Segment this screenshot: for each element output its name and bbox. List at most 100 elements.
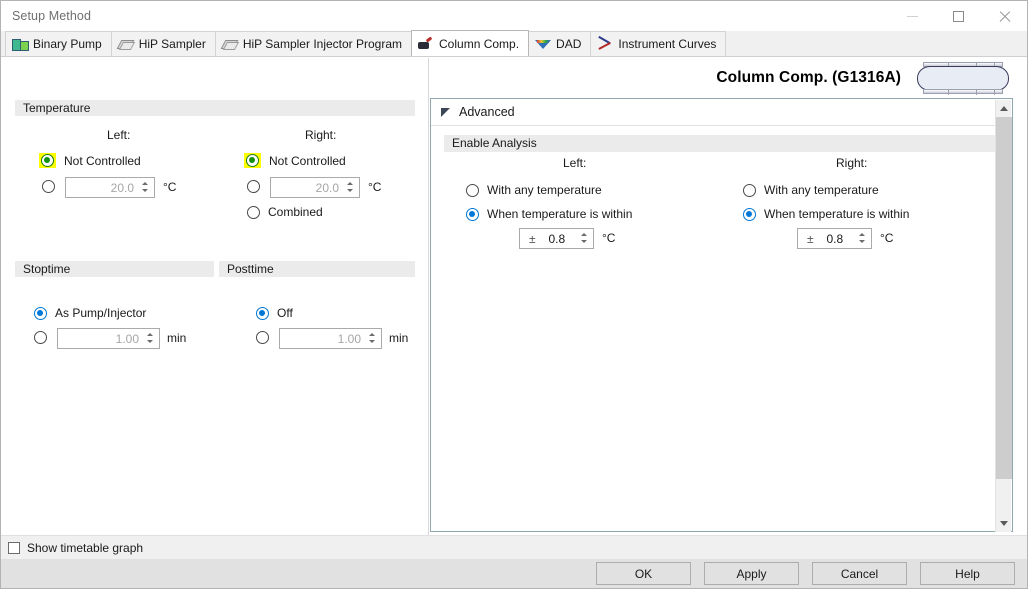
- device-body: [917, 65, 1009, 91]
- advanced-left-within-radio[interactable]: [466, 207, 479, 221]
- temperature-group-body: Left: Right: Not Controlled 20.0 °C Not …: [15, 117, 415, 227]
- advanced-right-tolerance-input[interactable]: ± 0.8: [797, 228, 872, 249]
- temperature-left-setpoint-row[interactable]: [42, 180, 55, 193]
- cancel-button[interactable]: Cancel: [812, 562, 907, 585]
- instrument-curves-icon: [597, 37, 613, 51]
- advanced-left-within-label: When temperature is within: [487, 207, 633, 221]
- stoptime-value-row[interactable]: [34, 331, 47, 344]
- advanced-right-any-temperature-row[interactable]: With any temperature: [743, 183, 879, 197]
- window-title: Setup Method: [12, 9, 92, 23]
- temperature-left-setpoint-spinner[interactable]: [139, 178, 152, 197]
- temperature-right-combined-radio[interactable]: [247, 205, 260, 219]
- apply-button[interactable]: Apply: [704, 562, 799, 585]
- column-compartment-graphic: [915, 61, 1011, 96]
- advanced-right-any-temperature-label: With any temperature: [764, 183, 879, 197]
- temperature-right-not-controlled-radio[interactable]: [246, 154, 259, 167]
- temperature-right-label: Right:: [305, 128, 337, 142]
- stoptime-as-pump-row[interactable]: As Pump/Injector: [34, 306, 146, 320]
- advanced-left-tolerance-unit: °C: [602, 231, 616, 245]
- advanced-left-tolerance-prefix: ±: [529, 231, 536, 246]
- collapse-triangle-icon[interactable]: [441, 107, 450, 117]
- temperature-right-not-controlled-row[interactable]: Not Controlled: [244, 153, 346, 168]
- title-bar: Setup Method: [1, 1, 1027, 31]
- stoptime-value-radio[interactable]: [34, 331, 47, 344]
- advanced-left-tolerance-input[interactable]: ± 0.8: [519, 228, 594, 249]
- advanced-right-tolerance-value: 0.8: [826, 231, 844, 246]
- window-controls: [889, 1, 1027, 31]
- temperature-left-not-controlled-radio[interactable]: [41, 154, 54, 167]
- posttime-value-radio[interactable]: [256, 331, 269, 344]
- ok-button[interactable]: OK: [596, 562, 691, 585]
- temperature-left-setpoint-radio[interactable]: [42, 180, 55, 193]
- advanced-right-within-radio[interactable]: [743, 207, 756, 221]
- advanced-left-any-temperature-row[interactable]: With any temperature: [466, 183, 602, 197]
- stoptime-unit: min: [167, 331, 187, 345]
- temperature-right-combined-row[interactable]: Combined: [247, 205, 323, 219]
- tab-column-comp[interactable]: Column Comp.: [411, 30, 530, 56]
- temperature-right-setpoint-row[interactable]: [247, 180, 260, 193]
- advanced-right-tolerance-spinner[interactable]: [856, 229, 869, 248]
- tab-dad[interactable]: DAD: [528, 31, 592, 56]
- stoptime-group: Stoptime As Pump/Injector 1.00 min: [15, 261, 214, 353]
- device-seg: [994, 89, 995, 95]
- tab-binary-pump[interactable]: Binary Pump: [5, 31, 112, 56]
- stoptime-value-input[interactable]: 1.00: [57, 328, 160, 349]
- show-timetable-graph-checkbox[interactable]: [8, 541, 20, 554]
- tab-hip-sampler-label: HiP Sampler: [138, 37, 206, 51]
- advanced-right-any-temperature-radio[interactable]: [743, 183, 756, 197]
- tab-binary-pump-label: Binary Pump: [33, 37, 102, 51]
- tab-hip-sampler-injector-program-label: HiP Sampler Injector Program: [242, 37, 403, 51]
- column-comp-icon: [418, 37, 434, 51]
- tab-hip-sampler[interactable]: HiP Sampler: [110, 31, 216, 56]
- setup-method-window: Setup Method Binary Pump HiP Sampler HiP…: [0, 0, 1028, 589]
- temperature-left-not-controlled-highlight: [39, 153, 56, 168]
- minimize-button[interactable]: [889, 1, 935, 31]
- advanced-section-header[interactable]: Advanced: [431, 99, 1012, 126]
- maximize-button[interactable]: [935, 1, 981, 31]
- scroll-down-arrow-icon[interactable]: [996, 515, 1012, 532]
- scrollbar-thumb[interactable]: [996, 117, 1012, 479]
- posttime-off-label: Off: [277, 306, 293, 320]
- scroll-up-arrow-icon[interactable]: [996, 100, 1012, 117]
- stoptime-as-pump-label: As Pump/Injector: [55, 306, 147, 320]
- posttime-off-row[interactable]: Off: [256, 306, 293, 320]
- close-button[interactable]: [981, 1, 1027, 31]
- advanced-left-within-row[interactable]: When temperature is within: [466, 207, 632, 221]
- tab-hip-sampler-injector-program[interactable]: HiP Sampler Injector Program: [214, 31, 413, 56]
- advanced-right-tolerance-prefix: ±: [807, 231, 814, 246]
- temperature-left-not-controlled-row[interactable]: Not Controlled: [39, 153, 141, 168]
- device-strip-bottom: [923, 88, 1003, 95]
- advanced-right-within-row[interactable]: When temperature is within: [743, 207, 909, 221]
- temperature-left-label: Left:: [107, 128, 131, 142]
- posttime-value-input[interactable]: 1.00: [279, 328, 382, 349]
- stoptime-group-header: Stoptime: [15, 261, 214, 278]
- temperature-right-setpoint-radio[interactable]: [247, 180, 260, 193]
- help-button[interactable]: Help: [920, 562, 1015, 585]
- enable-analysis-group-header: Enable Analysis: [444, 135, 995, 152]
- advanced-left-any-temperature-radio[interactable]: [466, 183, 479, 197]
- advanced-pane-scrollbar[interactable]: [995, 100, 1012, 532]
- posttime-group-header: Posttime: [219, 261, 415, 278]
- stoptime-as-pump-radio[interactable]: [34, 306, 47, 320]
- temperature-right-setpoint-spinner[interactable]: [344, 178, 357, 197]
- posttime-unit: min: [389, 331, 409, 345]
- temperature-right-setpoint-input[interactable]: 20.0: [270, 177, 360, 198]
- advanced-left-tolerance-value: 0.8: [548, 231, 566, 246]
- temperature-left-setpoint-input[interactable]: 20.0: [65, 177, 155, 198]
- advanced-left-any-temperature-label: With any temperature: [487, 183, 602, 197]
- posttime-off-radio[interactable]: [256, 306, 269, 320]
- temperature-right-setpoint-unit: °C: [368, 180, 382, 194]
- posttime-value-spinner[interactable]: [366, 329, 379, 348]
- minimize-icon: [906, 15, 918, 17]
- binary-pump-icon: [12, 37, 29, 51]
- advanced-section-title: Advanced: [459, 105, 515, 119]
- page-title: Column Comp. (G1316A): [716, 69, 901, 86]
- temperature-left-not-controlled-label: Not Controlled: [64, 153, 141, 168]
- stoptime-value-spinner[interactable]: [144, 329, 157, 348]
- tab-column-comp-label: Column Comp.: [439, 36, 520, 51]
- tab-instrument-curves[interactable]: Instrument Curves: [590, 31, 727, 56]
- advanced-pane: Advanced Enable Analysis Left: Right: Wi…: [430, 98, 1013, 532]
- advanced-left-tolerance-spinner[interactable]: [578, 229, 591, 248]
- posttime-value-row[interactable]: [256, 331, 269, 344]
- posttime-value: 1.00: [337, 331, 361, 346]
